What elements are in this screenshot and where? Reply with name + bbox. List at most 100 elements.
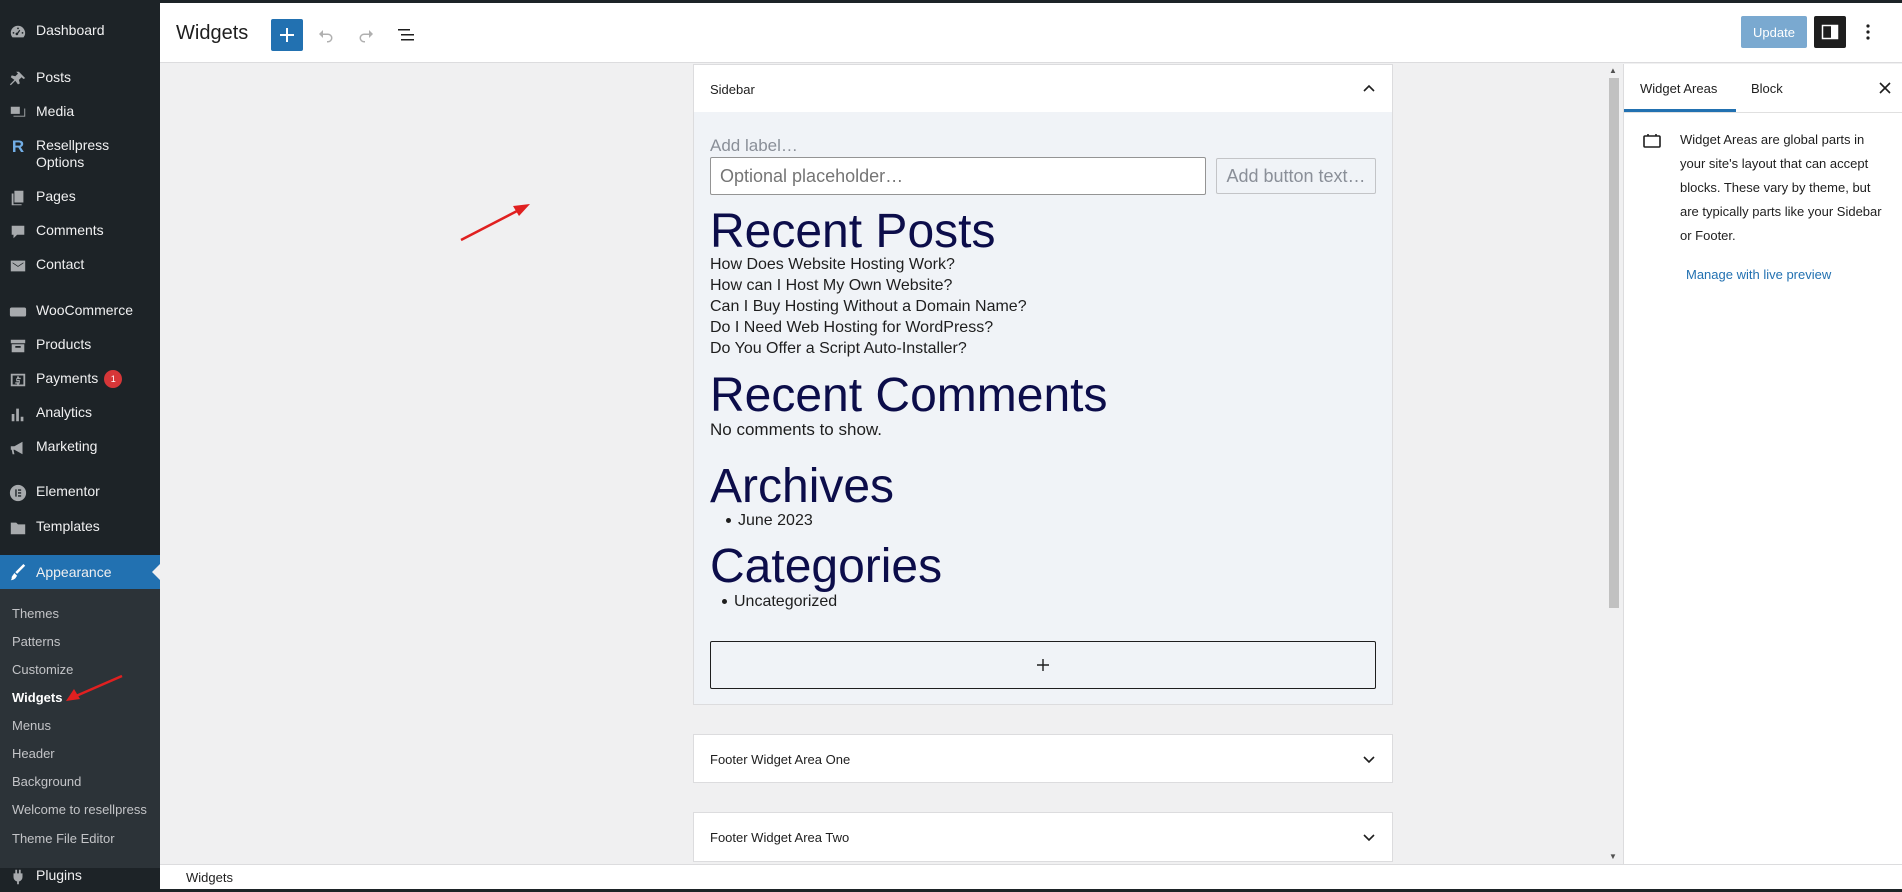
archive-icon	[0, 336, 36, 355]
menu-templates-label: Templates	[36, 518, 100, 534]
submenu-header[interactable]: Header	[12, 746, 55, 762]
menu-posts-label: Posts	[36, 69, 72, 85]
menu-payments-label: Payments 1	[36, 370, 156, 388]
update-button[interactable]: Update	[1741, 16, 1807, 48]
brush-icon	[0, 563, 36, 582]
manage-live-preview-link[interactable]: Manage with live preview	[1686, 267, 1831, 282]
menu-resellpress-label: Resellpress Options	[36, 137, 110, 170]
archives-heading[interactable]: Archives	[710, 460, 894, 514]
widget-area-footer-two[interactable]: Footer Widget Area Two	[693, 812, 1393, 862]
category-link[interactable]: Uncategorized	[721, 591, 837, 612]
submenu-themes[interactable]: Themes	[12, 606, 59, 622]
plus-icon	[1037, 659, 1049, 671]
menu-resellpress-options[interactable]: R Resellpress Options	[0, 137, 160, 171]
menu-appearance[interactable]: Appearance	[0, 555, 160, 589]
search-label-placeholder[interactable]: Add label…	[710, 136, 798, 156]
menu-templates[interactable]: Templates	[0, 518, 160, 537]
menu-pages[interactable]: Pages	[0, 188, 160, 207]
admin-sidebar: Dashboard Posts Media R Resellpress Opti…	[0, 3, 160, 892]
menu-posts[interactable]: Posts	[0, 69, 160, 88]
submenu-background[interactable]: Background	[12, 774, 81, 790]
recent-comments-heading[interactable]: Recent Comments	[710, 369, 1107, 423]
menu-woocommerce[interactable]: WooCommerce	[0, 302, 160, 321]
menu-woocommerce-label: WooCommerce	[36, 302, 133, 318]
settings-toggle-button[interactable]	[1814, 16, 1846, 48]
menu-analytics[interactable]: Analytics	[0, 404, 160, 423]
tab-widget-areas[interactable]: Widget Areas	[1640, 64, 1717, 112]
redo-icon	[359, 30, 373, 43]
list-view-icon	[398, 29, 414, 41]
appearance-submenu: Themes Patterns Customize Widgets Menus …	[0, 589, 160, 868]
submenu-patterns[interactable]: Patterns	[12, 634, 60, 650]
list-view-button[interactable]	[390, 19, 422, 51]
editor-footer: Widgets	[160, 864, 1902, 889]
payments-badge: 1	[104, 370, 123, 388]
settings-sidebar: Widget Areas Block Widget Areas are glob…	[1623, 64, 1902, 864]
sidebar-area-header[interactable]: Sidebar	[694, 65, 1392, 113]
chevron-down-icon[interactable]	[1362, 830, 1376, 844]
add-block-button[interactable]	[710, 641, 1376, 689]
page-title: Widgets	[176, 22, 249, 44]
menu-elementor[interactable]: Elementor	[0, 483, 160, 502]
close-icon[interactable]	[1876, 79, 1894, 97]
recent-post-link[interactable]: Can I Buy Hosting Without a Domain Name?	[710, 296, 1027, 317]
menu-payments[interactable]: Payments 1	[0, 370, 160, 389]
scroll-up-arrow[interactable]: ▲	[1609, 66, 1617, 75]
recent-post-link[interactable]: Do You Offer a Script Auto-Installer?	[710, 338, 967, 359]
submenu-customize[interactable]: Customize	[12, 662, 73, 678]
recent-post-link[interactable]: How can I Host My Own Website?	[710, 275, 952, 296]
recent-post-link[interactable]: Do I Need Web Hosting for WordPress?	[710, 317, 993, 338]
undo-button[interactable]	[310, 19, 342, 51]
block-inserter-button[interactable]	[271, 19, 303, 51]
submenu-widgets[interactable]: Widgets	[12, 690, 62, 706]
widget-area-icon	[1643, 134, 1661, 148]
menu-comments[interactable]: Comments	[0, 222, 160, 241]
menu-marketing-label: Marketing	[36, 438, 98, 454]
menu-media[interactable]: Media	[0, 103, 160, 122]
chevron-down-icon[interactable]	[1362, 752, 1376, 766]
widget-area-sidebar: Sidebar Add label… Optional placeholder……	[693, 64, 1393, 705]
canvas-scrollbar-thumb[interactable]	[1609, 78, 1619, 608]
redo-button[interactable]	[350, 19, 382, 51]
menu-marketing[interactable]: Marketing	[0, 438, 160, 457]
plugin-icon	[0, 867, 36, 886]
footer-two-header[interactable]: Footer Widget Area Two	[694, 813, 1392, 861]
menu-media-label: Media	[36, 103, 75, 119]
comment-icon	[0, 222, 36, 241]
menu-plugins[interactable]: Plugins	[0, 867, 160, 886]
submenu-welcome[interactable]: Welcome to resellpress	[12, 802, 147, 818]
menu-analytics-label: Analytics	[36, 404, 93, 420]
recent-post-link[interactable]: How Does Website Hosting Work?	[710, 254, 955, 275]
footer-one-header[interactable]: Footer Widget Area One	[694, 735, 1392, 783]
more-options-button[interactable]	[1852, 16, 1884, 48]
search-button-text[interactable]: Add button text…	[1216, 158, 1376, 194]
search-input[interactable]: Optional placeholder…	[710, 157, 1206, 195]
categories-heading[interactable]: Categories	[710, 540, 942, 594]
menu-contact-label: Contact	[36, 256, 85, 272]
widget-area-footer-one[interactable]: Footer Widget Area One	[693, 734, 1393, 783]
recent-posts-heading[interactable]: Recent Posts	[710, 205, 995, 259]
menu-dashboard[interactable]: Dashboard	[0, 22, 160, 41]
undo-icon	[319, 30, 333, 43]
widget-areas-description: Widget Areas are global parts in your si…	[1680, 132, 1882, 243]
no-comments-text: No comments to show.	[710, 420, 882, 439]
submenu-menus[interactable]: Menus	[12, 718, 51, 734]
dashboard-icon	[0, 22, 36, 41]
menu-products[interactable]: Products	[0, 336, 160, 355]
editor-canvas: ▲ ▼ Sidebar Add label… Optional placehol…	[160, 64, 1623, 864]
menu-contact[interactable]: Contact	[0, 256, 160, 275]
megaphone-icon	[0, 438, 36, 457]
resellpress-icon: R	[11, 137, 25, 156]
elementor-icon	[0, 483, 36, 502]
menu-comments-label: Comments	[36, 222, 104, 238]
menu-elementor-label: Elementor	[36, 483, 100, 499]
chevron-up-icon[interactable]	[1362, 82, 1376, 96]
menu-dashboard-label: Dashboard	[36, 22, 105, 38]
sidebar-area-title: Sidebar	[710, 81, 755, 97]
submenu-theme-file-editor[interactable]: Theme File Editor	[12, 831, 115, 847]
footer-breadcrumb[interactable]: Widgets	[186, 870, 233, 885]
scroll-down-arrow[interactable]: ▼	[1609, 852, 1617, 861]
archive-link[interactable]: June 2023	[726, 510, 813, 531]
menu-appearance-label: Appearance	[36, 563, 112, 580]
tab-block[interactable]: Block	[1751, 64, 1783, 112]
